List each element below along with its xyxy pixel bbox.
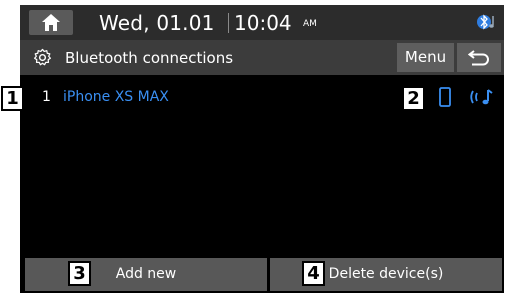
device-index: 1 [42, 89, 51, 105]
head-unit-screen: Wed, 01.01 10:04 AM Bluetooth connection… [20, 5, 504, 293]
callout-4: 4 [302, 261, 325, 286]
status-time: 10:04 [234, 11, 292, 35]
back-button[interactable] [457, 43, 501, 72]
title-bar: Bluetooth connections Menu [20, 40, 504, 75]
bluetooth-audio-status-icon [477, 14, 494, 30]
callout-2: 2 [402, 86, 425, 111]
menu-button[interactable]: Menu [397, 43, 454, 72]
phone-icon[interactable] [439, 87, 451, 107]
bluetooth-audio-icon[interactable] [469, 88, 495, 106]
page-title: Bluetooth connections [65, 49, 234, 67]
home-icon [42, 14, 60, 31]
status-divider [228, 13, 229, 33]
back-arrow-icon [468, 50, 489, 66]
callout-3: 3 [68, 261, 91, 286]
device-name: iPhone XS MAX [63, 89, 169, 105]
home-button[interactable] [29, 10, 73, 35]
status-date: Wed, 01.01 [99, 11, 215, 35]
add-new-button[interactable]: Add new [25, 258, 267, 291]
callout-1: 1 [1, 86, 24, 111]
status-bar: Wed, 01.01 10:04 AM [20, 5, 504, 40]
status-ampm: AM [303, 19, 317, 29]
gear-icon [33, 48, 52, 66]
device-list-item[interactable]: 1 iPhone XS MAX [20, 75, 504, 120]
